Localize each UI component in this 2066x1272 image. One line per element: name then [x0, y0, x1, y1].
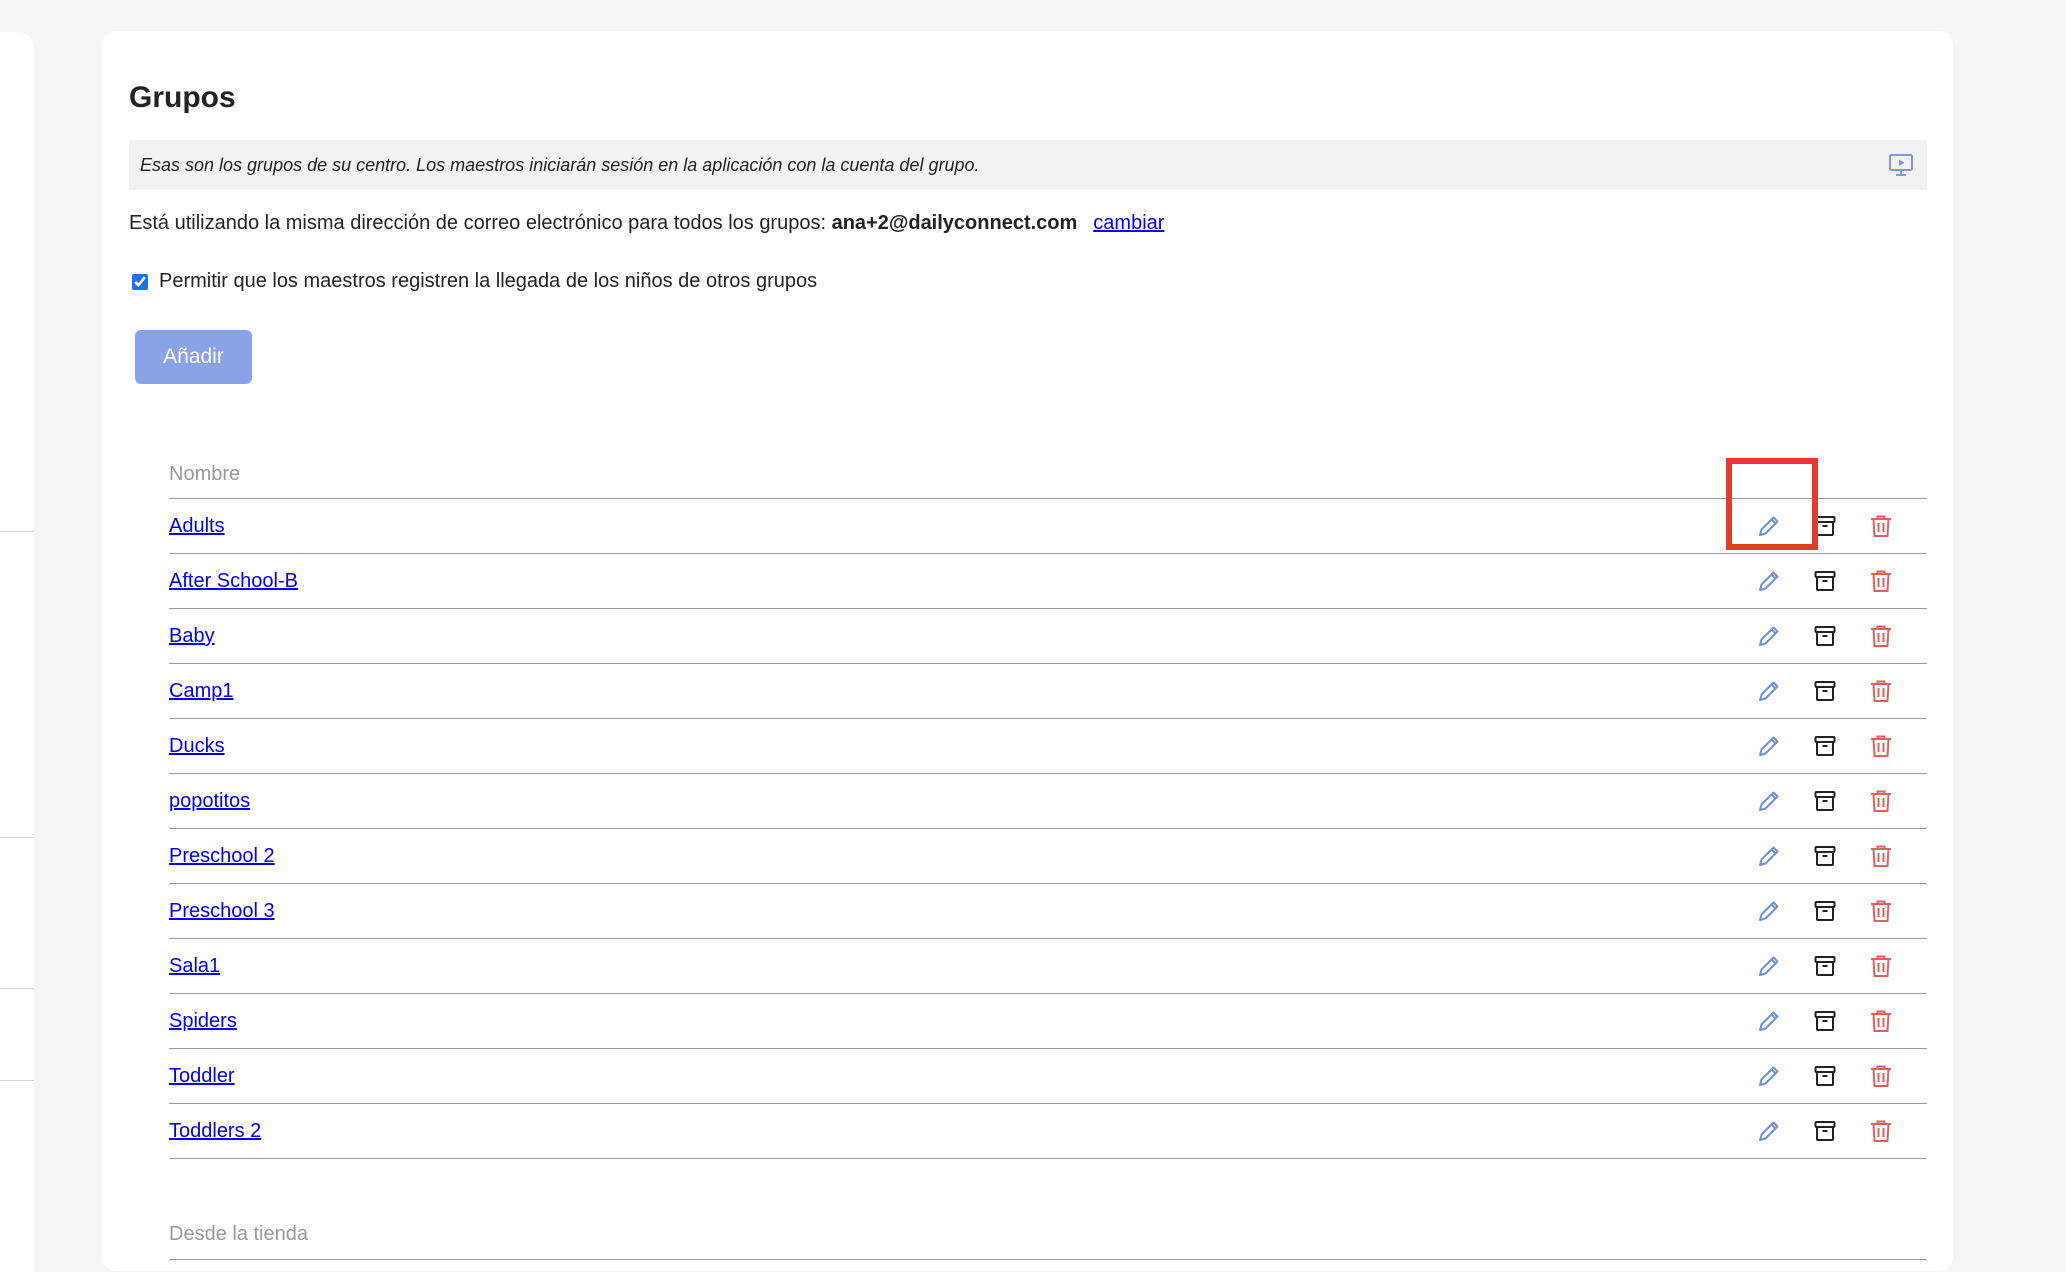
- group-name-link[interactable]: Spiders: [169, 1010, 237, 1033]
- trash-icon[interactable]: [1867, 512, 1895, 540]
- change-email-link[interactable]: cambiar: [1093, 212, 1164, 234]
- group-name-link[interactable]: Baby: [169, 625, 215, 648]
- add-group-button[interactable]: Añadir grupo: [135, 330, 252, 422]
- pencil-icon[interactable]: [1755, 842, 1783, 870]
- pencil-icon[interactable]: [1755, 1117, 1783, 1145]
- table-row: Baby: [169, 609, 1927, 664]
- info-text: Esas son los grupos de su centro. Los ma…: [140, 155, 980, 175]
- left-panel-divider: [0, 988, 34, 989]
- pencil-icon[interactable]: [1755, 567, 1783, 595]
- pencil-icon[interactable]: [1755, 622, 1783, 650]
- trash-icon[interactable]: [1867, 842, 1895, 870]
- table-row: Adults: [169, 499, 1927, 554]
- table-row: Spiders: [169, 994, 1927, 1049]
- left-panel-divider: [0, 1080, 34, 1081]
- pencil-icon[interactable]: [1755, 512, 1783, 540]
- archive-icon[interactable]: [1811, 1117, 1839, 1145]
- column-header-name: Nombre: [169, 463, 241, 485]
- archive-icon[interactable]: [1811, 952, 1839, 980]
- table-row: Preschool 2: [169, 829, 1927, 884]
- permission-checkbox[interactable]: [132, 273, 148, 290]
- pencil-icon[interactable]: [1755, 1062, 1783, 1090]
- trash-icon[interactable]: [1867, 1117, 1895, 1145]
- pencil-icon[interactable]: [1755, 897, 1783, 925]
- group-email: ana+2@dailyconnect.com: [831, 212, 1078, 234]
- left-panel-divider: [0, 531, 34, 532]
- table-row: Ducks: [169, 719, 1927, 774]
- table-row: Toddler: [169, 1049, 1927, 1104]
- table-row: Camp1: [169, 664, 1927, 719]
- monitor-play-icon[interactable]: [1887, 151, 1915, 179]
- archive-icon[interactable]: [1811, 842, 1839, 870]
- archive-icon[interactable]: [1811, 897, 1839, 925]
- group-name-link[interactable]: Ducks: [169, 735, 225, 758]
- permission-label: Permitir que los maestros registren la l…: [159, 270, 818, 292]
- archive-icon[interactable]: [1811, 732, 1839, 760]
- email-prefix: Está utilizando la misma dirección de co…: [129, 212, 832, 234]
- pencil-icon[interactable]: [1755, 952, 1783, 980]
- store-section: Desde la tienda: [169, 1203, 1927, 1260]
- trash-icon[interactable]: [1867, 787, 1895, 815]
- trash-icon[interactable]: [1867, 952, 1895, 980]
- archive-icon[interactable]: [1811, 677, 1839, 705]
- group-name-link[interactable]: Camp1: [169, 680, 233, 703]
- archive-icon[interactable]: [1811, 512, 1839, 540]
- table-row: Sala1: [169, 939, 1927, 994]
- group-name-link[interactable]: After School-B: [169, 570, 298, 593]
- group-name-link[interactable]: Adults: [169, 515, 225, 538]
- page-title: Grupos: [129, 81, 236, 114]
- group-name-link[interactable]: Toddler: [169, 1065, 235, 1088]
- permission-option[interactable]: Permitir que los maestros registren la l…: [132, 270, 817, 293]
- trash-icon[interactable]: [1867, 677, 1895, 705]
- group-name-link[interactable]: Preschool 2: [169, 845, 275, 868]
- table-body: Adults After School-B Baby Camp1 Ducks popoti…: [169, 499, 1927, 1159]
- group-name-link[interactable]: Sala1: [169, 955, 220, 978]
- group-name-link[interactable]: Toddlers 2: [169, 1120, 261, 1143]
- table-row: Preschool 3: [169, 884, 1927, 939]
- table-header: Nombre: [169, 440, 1927, 499]
- store-section-header: Desde la tienda: [169, 1223, 308, 1245]
- archive-icon[interactable]: [1811, 787, 1839, 815]
- trash-icon[interactable]: [1867, 567, 1895, 595]
- table-row: popotitos: [169, 774, 1927, 829]
- trash-icon[interactable]: [1867, 897, 1895, 925]
- archive-icon[interactable]: [1811, 622, 1839, 650]
- trash-icon[interactable]: [1867, 732, 1895, 760]
- groups-card: Grupos Esas son los grupos de su centro.…: [102, 31, 1953, 1271]
- left-panel-divider: [0, 837, 34, 838]
- archive-icon[interactable]: [1811, 567, 1839, 595]
- trash-icon[interactable]: [1867, 1007, 1895, 1035]
- archive-icon[interactable]: [1811, 1007, 1839, 1035]
- pencil-icon[interactable]: [1755, 787, 1783, 815]
- email-line: Está utilizando la misma dirección de co…: [129, 212, 1164, 235]
- pencil-icon[interactable]: [1755, 732, 1783, 760]
- archive-icon[interactable]: [1811, 1062, 1839, 1090]
- trash-icon[interactable]: [1867, 1062, 1895, 1090]
- table-row: Toddlers 2: [169, 1104, 1927, 1159]
- left-panel: [0, 32, 34, 1272]
- pencil-icon[interactable]: [1755, 677, 1783, 705]
- pencil-icon[interactable]: [1755, 1007, 1783, 1035]
- group-name-link[interactable]: Preschool 3: [169, 900, 275, 923]
- groups-table: Nombre Adults After School-B Baby Camp1 Duck…: [169, 440, 1927, 1159]
- group-name-link[interactable]: popotitos: [169, 790, 250, 813]
- table-row: After School-B: [169, 554, 1927, 609]
- trash-icon[interactable]: [1867, 622, 1895, 650]
- info-banner: Esas son los grupos de su centro. Los ma…: [129, 140, 1927, 190]
